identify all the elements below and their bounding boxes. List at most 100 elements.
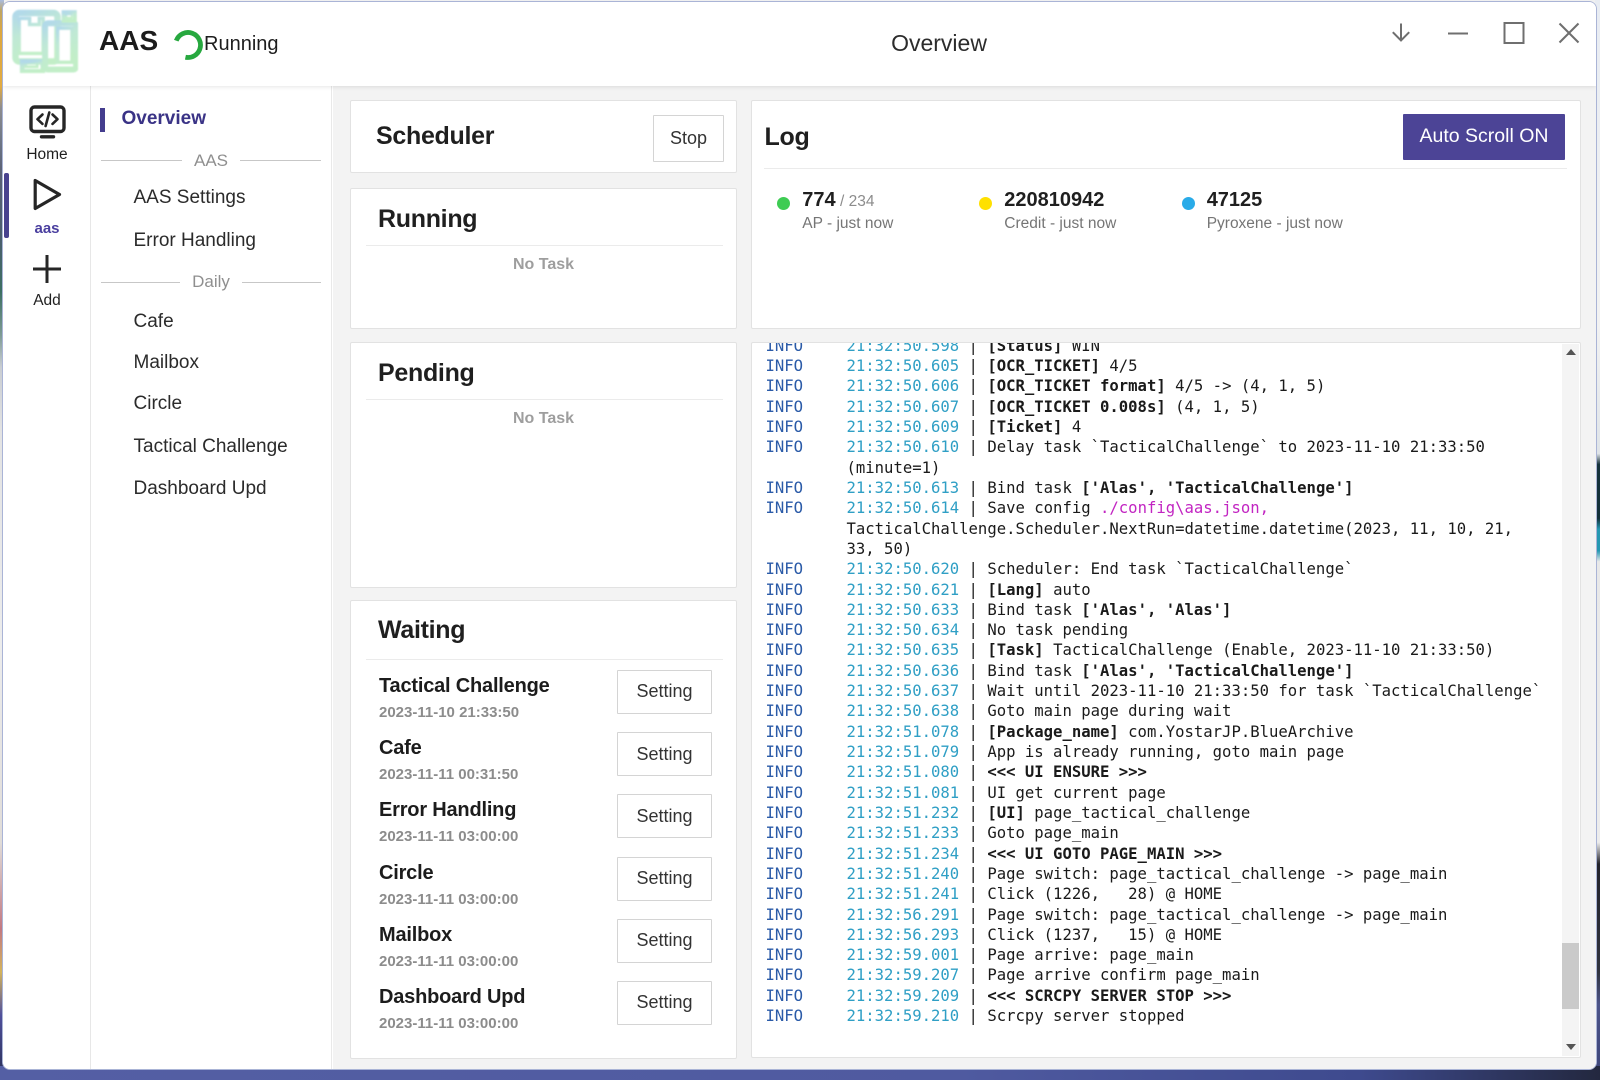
scheduler-title: Scheduler [376,122,494,151]
rail-item-aas[interactable]: aas [3,176,91,237]
nav-item-aas-settings[interactable]: AAS Settings [92,187,331,215]
log-time: 21:32:50.621 [847,581,960,599]
nav-item-mailbox[interactable]: Mailbox [92,352,331,380]
nav-item-dashboard-upd[interactable]: Dashboard Upd [92,478,331,506]
log-time: 21:32:50.605 [847,357,960,375]
log-bold-segment: [Ticket] [987,418,1062,436]
setting-button[interactable]: Setting [617,732,712,776]
stat-value-line: 47125 [1207,189,1382,212]
divider [366,659,723,660]
log-entry: INFO21:32:59.210 | Scrcpy server stopped [766,1006,1549,1026]
left-rail: Home aas Add [3,86,91,1070]
rail-item-home[interactable]: Home [3,105,91,163]
rail-item-label: aas [3,220,91,237]
log-entry: INFO21:32:50.635 | [Task] TacticalChalle… [766,640,1549,660]
auto-scroll-button[interactable]: Auto Scroll ON [1403,114,1565,160]
nav-item-error-handling[interactable]: Error Handling [92,230,331,258]
scroll-thumb[interactable] [1562,943,1579,1009]
log-bold-segment: [Task] [987,641,1043,659]
nav-group-aas: AAS [101,151,321,171]
log-level: INFO [766,762,847,782]
log-entry: INFO21:32:50.605 | [OCR_TICKET] 4/5 [766,356,1549,376]
log-scrollbar[interactable] [1562,344,1579,1056]
log-entry: INFO21:32:50.613 | Bind task ['Alas', 'T… [766,478,1549,498]
pending-card: Pending No Task [350,342,737,588]
setting-button[interactable]: Setting [617,670,712,714]
waiting-task-time: 2023-11-11 03:00:00 [379,1015,518,1032]
nav-group-label: AAS [182,151,240,171]
waiting-task-time: 2023-11-11 03:00:00 [379,953,518,970]
waiting-title: Waiting [378,616,465,645]
log-entry: INFO21:32:50.614 | Save config ./config\… [766,498,1549,559]
rail-item-label: Add [3,292,91,310]
log-level: INFO [766,1006,847,1026]
waiting-task-name: Mailbox [379,924,452,947]
stop-button[interactable]: Stop [653,115,724,162]
scheduler-card: Scheduler Stop [350,100,737,173]
log-level: INFO [766,803,847,823]
log-time: 21:32:56.291 [847,906,960,924]
log-level: INFO [766,661,847,681]
stat-value-line: 220810942 [1004,189,1179,212]
rail-item-add[interactable]: Add [3,253,91,310]
log-entry: INFO21:32:51.080 | <<< UI ENSURE >>> [766,762,1549,782]
log-time: 21:32:51.078 [847,723,960,741]
log-level: INFO [766,681,847,701]
log-entry: INFO21:32:56.291 | Page switch: page_tac… [766,905,1549,925]
log-entry: INFO21:32:56.293 | Click (1237, 15) @ HO… [766,925,1549,945]
nav-group-label: Daily [180,272,242,292]
nav-item-circle[interactable]: Circle [92,393,331,421]
log-bold-segment: ['Alas', 'TacticalChallenge'] [1081,479,1353,497]
nav-group-daily: Daily [101,272,321,292]
setting-button[interactable]: Setting [617,794,712,838]
rail-item-label: Home [3,146,91,164]
log-level: INFO [766,844,847,864]
minimize-icon [1446,21,1470,45]
log-level: INFO [766,864,847,884]
stat-label: Pyroxene - just now [1207,215,1392,233]
waiting-task-name: Circle [379,862,433,885]
log-time: 21:32:59.001 [847,946,960,964]
play-icon [3,176,91,213]
stat-dot-icon [777,197,790,210]
setting-button[interactable]: Setting [617,857,712,901]
log-level: INFO [766,397,847,417]
nav-item-tactical-challenge[interactable]: Tactical Challenge [92,436,331,464]
code-monitor-icon [3,105,91,139]
log-level: INFO [766,925,847,945]
log-time: 21:32:50.607 [847,398,960,416]
scroll-up-icon[interactable] [1562,344,1579,361]
log-entry: INFO21:32:50.637 | Wait until 2023-11-10… [766,681,1549,701]
waiting-task-name: Dashboard Upd [379,986,525,1009]
log-time: 21:32:50.606 [847,377,960,395]
minimize-button[interactable] [1446,21,1470,45]
log-entry: INFO21:32:50.607 | [OCR_TICKET 0.008s] (… [766,397,1549,417]
setting-button[interactable]: Setting [617,919,712,963]
log-time: 21:32:50.610 [847,438,960,456]
log-entry: INFO21:32:51.234 | <<< UI GOTO PAGE_MAIN… [766,844,1549,864]
log-bold-segment: ['Alas', 'Alas'] [1081,601,1231,619]
maximize-button[interactable] [1502,21,1526,45]
log-level: INFO [766,356,847,376]
close-button[interactable] [1557,21,1581,45]
log-entry: INFO21:32:50.610 | Delay task `TacticalC… [766,437,1549,478]
log-level: INFO [766,417,847,437]
waiting-task-time: 2023-11-11 03:00:00 [379,828,518,845]
divider [366,399,723,400]
scroll-down-icon[interactable] [1562,1039,1579,1056]
log-time: 21:32:50.637 [847,682,960,700]
download-icon [1389,21,1413,45]
divider [366,245,723,246]
log-entry: INFO21:32:51.241 | Click (1226, 28) @ HO… [766,884,1549,904]
log-bold-segment: [Lang] [987,581,1043,599]
log-level: INFO [766,498,847,518]
stat-value: 774 [802,189,835,211]
download-button[interactable] [1389,21,1413,45]
setting-button[interactable]: Setting [617,981,712,1025]
pending-empty: No Task [351,410,736,428]
waiting-task-row: Tactical Challenge2023-11-10 21:33:50Set… [351,675,736,737]
log-time: 21:32:50.638 [847,702,960,720]
nav-item-cafe[interactable]: Cafe [92,311,331,339]
log-level: INFO [766,742,847,762]
nav-item-overview[interactable]: Overview [92,108,331,136]
